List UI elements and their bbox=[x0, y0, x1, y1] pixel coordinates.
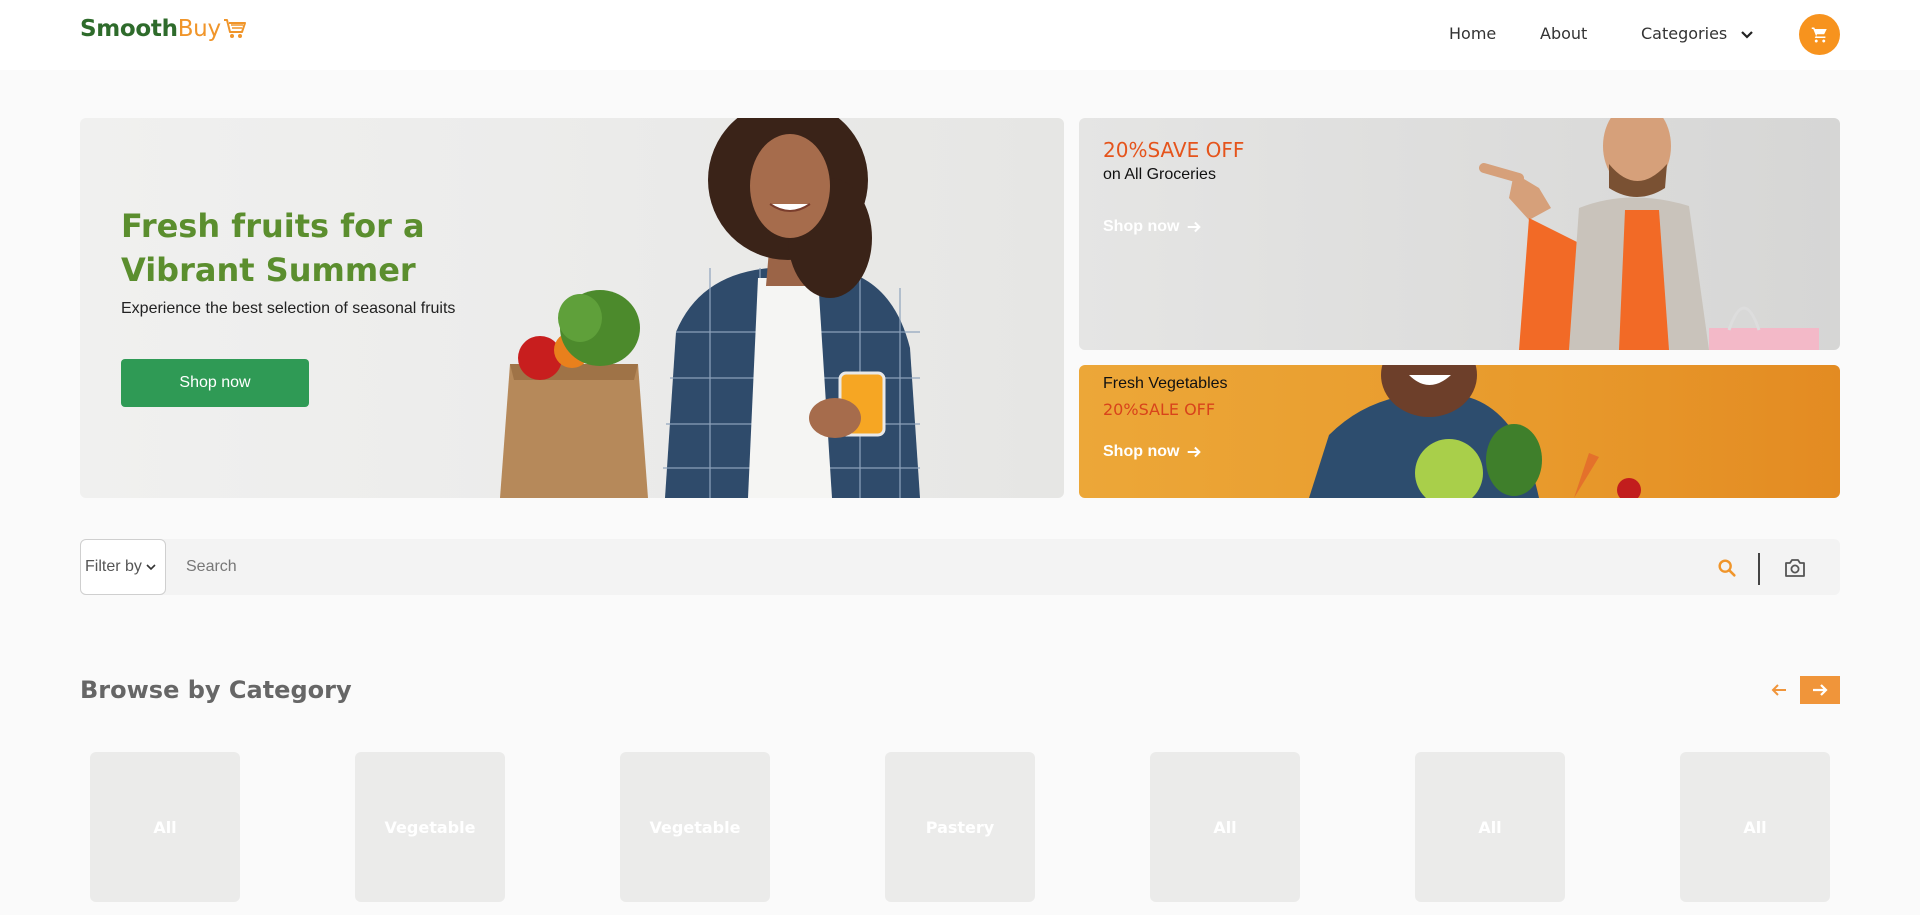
search-input[interactable] bbox=[186, 547, 1686, 587]
promo2-headline: 20%SALE OFF bbox=[1103, 400, 1216, 419]
promo2-title: Fresh Vegetables bbox=[1103, 375, 1228, 392]
nav-categories-dropdown[interactable]: Categories bbox=[1641, 24, 1755, 43]
arrow-right-icon bbox=[1188, 221, 1202, 233]
promo-man-holding-apple-image bbox=[1309, 365, 1641, 498]
logo-cart-icon bbox=[223, 19, 246, 38]
camera-icon[interactable] bbox=[1783, 556, 1807, 580]
category-tile-all[interactable]: All bbox=[90, 752, 240, 902]
promo1-shop-now-label: Shop now bbox=[1103, 218, 1180, 235]
logo-text-smooth: Smooth bbox=[80, 16, 178, 42]
category-tile-pastery[interactable]: Pastery bbox=[885, 752, 1035, 902]
logo-text-buy: Buy bbox=[177, 16, 221, 42]
promo2-shop-now-label: Shop now bbox=[1103, 443, 1180, 460]
category-tile-vegetable[interactable]: Vegetable bbox=[355, 752, 505, 902]
category-tile-vegetable[interactable]: Vegetable bbox=[620, 752, 770, 902]
chevron-down-icon bbox=[1741, 30, 1754, 39]
promo-vegetables-banner: Fresh Vegetables 20%SALE OFF Shop now bbox=[1079, 365, 1840, 498]
arrow-right-icon bbox=[1813, 684, 1828, 696]
promo1-headline: 20%SAVE OFF bbox=[1103, 138, 1245, 162]
hero-woman-with-groceries-image bbox=[500, 118, 920, 498]
logo[interactable]: Smooth Buy bbox=[80, 16, 247, 42]
filter-select[interactable]: Filter by bbox=[80, 539, 166, 595]
promo2-shop-now-link[interactable]: Shop now bbox=[1103, 443, 1203, 461]
hero-shop-now-button[interactable]: Shop now bbox=[121, 359, 309, 407]
nav-categories-label: Categories bbox=[1641, 24, 1728, 43]
chevron-down-icon bbox=[146, 564, 156, 571]
browse-category-title: Browse by Category bbox=[80, 676, 352, 704]
category-tile-all[interactable]: All bbox=[1680, 752, 1830, 902]
nav-about[interactable]: About bbox=[1540, 24, 1587, 43]
promo1-shop-now-link[interactable]: Shop now bbox=[1103, 218, 1203, 236]
search-icon[interactable] bbox=[1716, 557, 1738, 579]
navbar: Smooth Buy Home About Categories bbox=[0, 0, 1920, 70]
hero-subtitle: Experience the best selection of seasona… bbox=[121, 300, 456, 317]
nav-home[interactable]: Home bbox=[1449, 24, 1496, 43]
cart-button[interactable] bbox=[1799, 14, 1840, 55]
hero-title: Fresh fruits for a Vibrant Summer bbox=[121, 207, 425, 289]
filter-select-label: Filter by bbox=[85, 558, 142, 575]
search-bar: Filter by bbox=[80, 539, 1840, 595]
cart-icon bbox=[1811, 27, 1827, 42]
arrow-right-icon bbox=[1188, 446, 1202, 458]
hero-banner: Fresh fruits for a Vibrant Summer Experi… bbox=[80, 118, 1064, 498]
carousel-prev-button[interactable] bbox=[1766, 676, 1792, 704]
category-tile-all[interactable]: All bbox=[1150, 752, 1300, 902]
arrow-left-icon bbox=[1771, 684, 1786, 696]
promo-groceries-banner: 20%SAVE OFF on All Groceries Shop now bbox=[1079, 118, 1840, 350]
promo-man-pointing-image bbox=[1479, 118, 1819, 350]
category-tile-all[interactable]: All bbox=[1415, 752, 1565, 902]
search-divider bbox=[1758, 553, 1760, 585]
promo1-subtitle: on All Groceries bbox=[1103, 166, 1216, 183]
carousel-next-button[interactable] bbox=[1800, 676, 1840, 704]
